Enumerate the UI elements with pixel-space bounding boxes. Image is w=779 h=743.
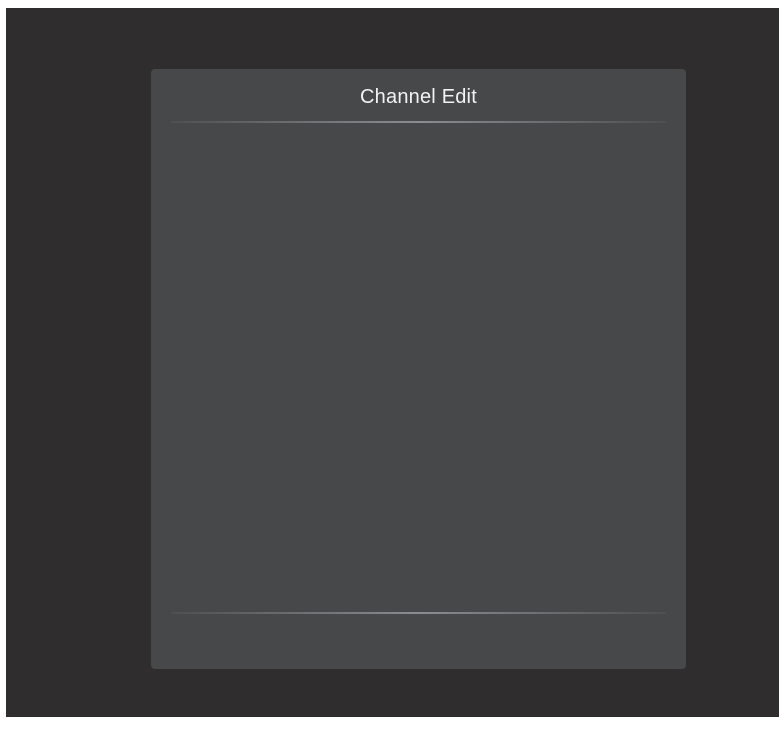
- dialog-footer: [171, 616, 666, 664]
- dialog-title: Channel Edit: [360, 86, 477, 108]
- footer-divider: [171, 612, 666, 614]
- channel-list-area: [171, 125, 666, 609]
- tv-screen: Channel Edit: [6, 8, 779, 717]
- channel-edit-dialog: Channel Edit: [151, 69, 686, 669]
- title-divider: [171, 121, 666, 123]
